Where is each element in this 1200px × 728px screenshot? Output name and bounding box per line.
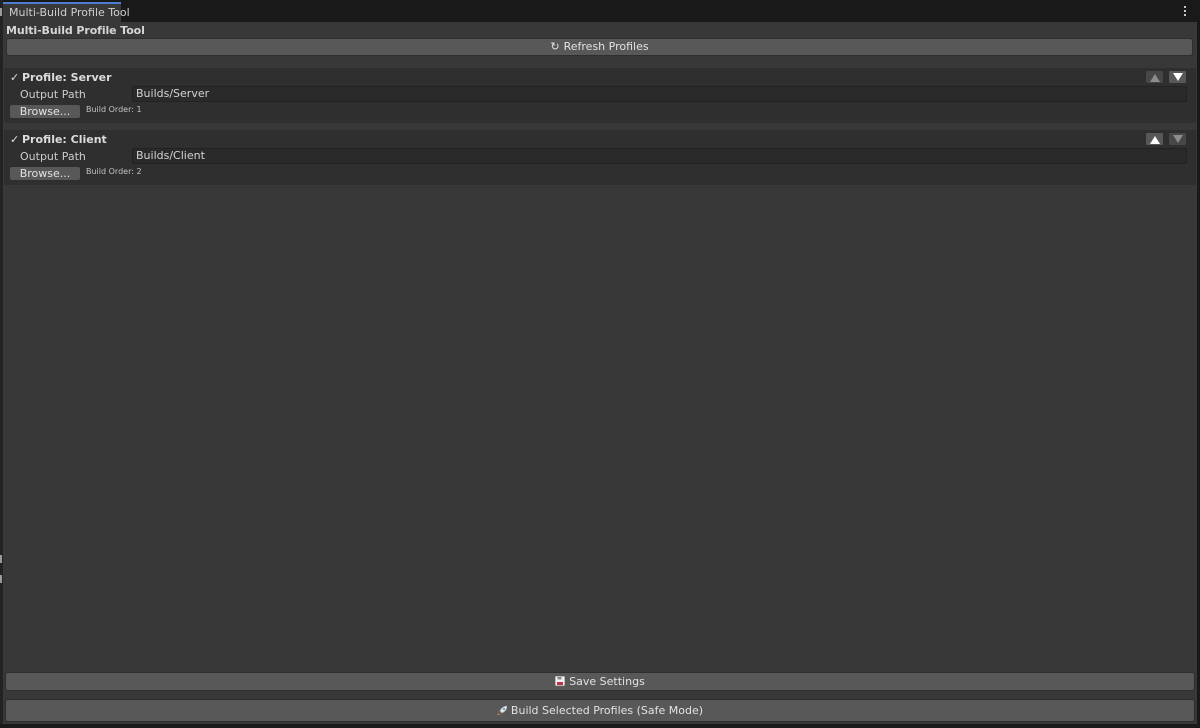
profile-card-client: ✓ Profile: Client Output Path Builds/Cli… (4, 130, 1196, 185)
browse-button[interactable]: Browse... (9, 166, 81, 181)
dock-handle-icon (0, 575, 2, 583)
dock-handle-icon (0, 8, 2, 16)
arrow-up-icon (1150, 74, 1160, 82)
arrow-down-icon (1173, 135, 1183, 143)
build-order-text: Build Order: 1 (86, 105, 142, 114)
output-path-label: Output Path (20, 150, 86, 163)
build-order-text: Build Order: 2 (86, 167, 142, 176)
bottom-edge (0, 724, 1200, 728)
rocket-icon (497, 705, 507, 715)
build-selected-profiles-label: Build Selected Profiles (Safe Mode) (510, 704, 704, 717)
floppy-disk-icon (555, 676, 566, 686)
move-up-button[interactable] (1145, 132, 1164, 146)
refresh-profiles-label: Refresh Profiles (563, 40, 649, 53)
profile-name[interactable]: Profile: Server (22, 71, 112, 84)
browse-button[interactable]: Browse... (9, 104, 81, 119)
tab-multi-build-profile-tool[interactable]: Multi-Build Profile Tool (3, 2, 130, 22)
move-up-button[interactable] (1145, 70, 1164, 84)
refresh-icon: ↻ (550, 40, 560, 53)
build-selected-profiles-button[interactable]: Build Selected Profiles (Safe Mode) (5, 699, 1195, 722)
save-settings-button[interactable]: Save Settings (5, 672, 1195, 691)
output-path-field[interactable]: Builds/Server (132, 86, 1187, 102)
output-path-label: Output Path (20, 88, 86, 101)
save-settings-label: Save Settings (569, 675, 645, 688)
profile-name[interactable]: Profile: Client (22, 133, 107, 146)
panel-title: Multi-Build Profile Tool (6, 24, 145, 37)
profile-enabled-checkbox[interactable]: ✓ (10, 72, 20, 83)
move-down-button[interactable] (1168, 70, 1187, 84)
kebab-menu-icon[interactable] (1183, 5, 1187, 17)
output-path-field[interactable]: Builds/Client (132, 148, 1187, 164)
refresh-profiles-button[interactable]: ↻ Refresh Profiles (6, 38, 1193, 56)
arrow-up-icon (1150, 136, 1160, 144)
main-panel: Multi-Build Profile Tool ↻ Refresh Profil… (3, 22, 1197, 724)
arrow-down-icon (1173, 73, 1183, 81)
tab-bar: Multi-Build Profile Tool (3, 0, 1197, 22)
profile-enabled-checkbox[interactable]: ✓ (10, 134, 20, 145)
move-down-button[interactable] (1168, 132, 1187, 146)
dock-handle-icon (0, 555, 2, 563)
profile-card-server: ✓ Profile: Server Output Path Builds/Ser… (4, 68, 1196, 123)
